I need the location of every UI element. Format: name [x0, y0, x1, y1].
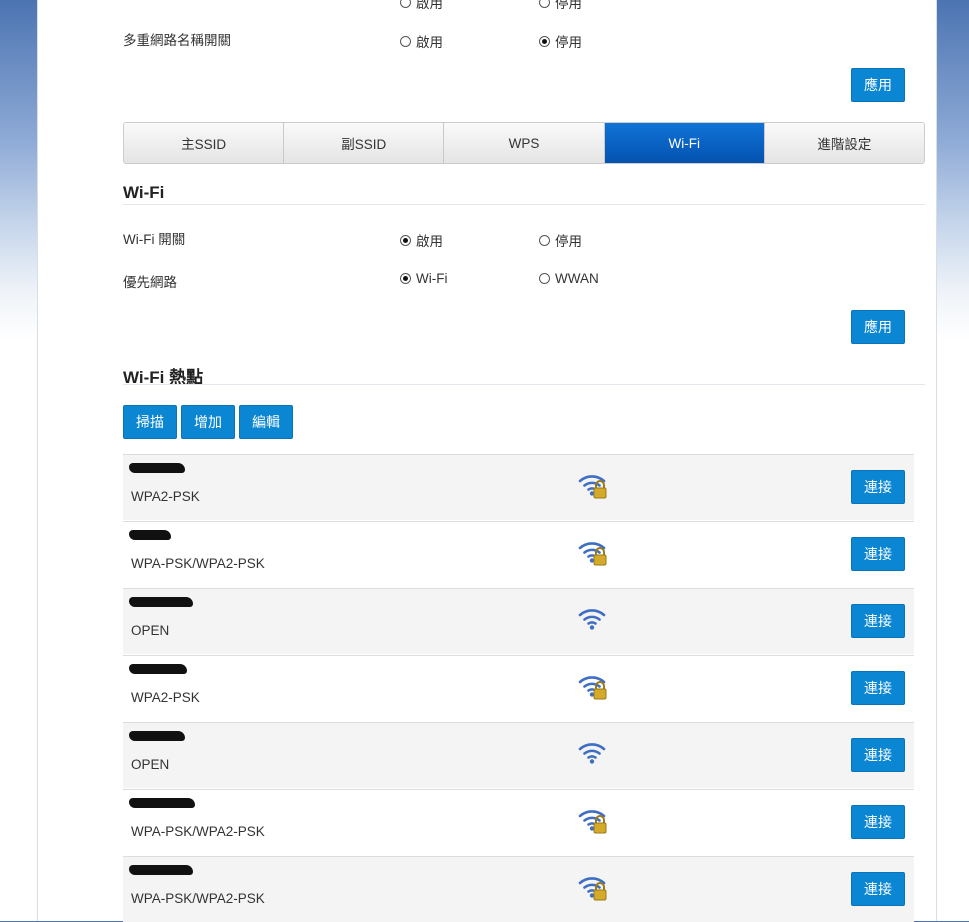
wifi-locked-icon: [577, 672, 609, 702]
priority-wwan-radio[interactable]: WWAN: [539, 271, 599, 286]
wifi-signal-icon: [577, 605, 609, 635]
connect-button[interactable]: 連接: [851, 470, 905, 504]
security-type: WPA2-PSK: [131, 690, 200, 705]
radio-icon[interactable]: [400, 35, 411, 47]
tab-wifi[interactable]: Wi-Fi: [604, 123, 765, 163]
wifi-section-title: Wi-Fi: [123, 183, 165, 202]
wifi-locked-icon: [577, 471, 609, 501]
add-button[interactable]: 增加: [181, 405, 235, 439]
hotspot-row: OPEN 連接: [123, 588, 914, 654]
wifi-locked-icon: [577, 538, 609, 568]
multi-ssid-disable-radio[interactable]: 停用: [539, 31, 582, 51]
ssid-redacted: [129, 463, 185, 473]
connect-button[interactable]: 連接: [851, 604, 905, 638]
wifi-enable-radio[interactable]: 啟用: [400, 230, 443, 250]
hotspot-row: WPA-PSK/WPA2-PSK 連接: [123, 521, 914, 587]
radio-icon[interactable]: [539, 273, 550, 284]
radio-checked-icon[interactable]: [400, 234, 411, 246]
ssid-redacted: [129, 597, 193, 607]
wifi-disable-radio[interactable]: 停用: [539, 230, 582, 250]
multi-ssid-enable-radio[interactable]: 啟用: [400, 31, 443, 51]
apply-button-wifi[interactable]: 應用: [851, 310, 905, 344]
security-type: OPEN: [131, 623, 170, 638]
radio-icon[interactable]: [539, 234, 550, 246]
hotspot-row: WPA2-PSK 連接: [123, 454, 914, 520]
security-type: OPEN: [131, 757, 170, 772]
security-type: WPA-PSK/WPA2-PSK: [131, 891, 265, 906]
hotspot-row: WPA-PSK/WPA2-PSK 連接: [123, 856, 914, 922]
radio-icon: [400, 0, 411, 8]
multi-ssid-label: 多重網路名稱開關: [123, 33, 231, 48]
divider: [123, 204, 925, 205]
connect-button[interactable]: 連接: [851, 872, 905, 906]
hotspot-row: WPA2-PSK 連接: [123, 655, 914, 721]
wifi-switch-label: Wi-Fi 開關: [123, 232, 186, 247]
connect-button[interactable]: 連接: [851, 805, 905, 839]
ssid-redacted: [129, 530, 171, 540]
ssid-redacted: [129, 798, 195, 808]
hotspot-row: WPA-PSK/WPA2-PSK 連接: [123, 789, 914, 855]
divider: [123, 384, 925, 385]
security-type: WPA-PSK/WPA2-PSK: [131, 556, 265, 571]
radio-checked-icon[interactable]: [539, 35, 550, 47]
tab-wps[interactable]: WPS: [444, 123, 605, 163]
connect-button[interactable]: 連接: [851, 738, 905, 772]
wifi-locked-icon: [577, 806, 609, 836]
wifi-signal-icon: [577, 739, 609, 769]
security-type: WPA2-PSK: [131, 489, 200, 504]
multi-ssid-cut-enable: 啟用: [400, 0, 443, 12]
radio-checked-icon[interactable]: [400, 273, 411, 284]
tab-advanced[interactable]: 進階設定: [764, 123, 924, 163]
priority-network-label: 優先網路: [123, 275, 177, 290]
apply-button-multi-ssid[interactable]: 應用: [851, 68, 905, 102]
wifi-locked-icon: [577, 873, 609, 903]
security-type: WPA-PSK/WPA2-PSK: [131, 824, 265, 839]
priority-wifi-radio[interactable]: Wi-Fi: [400, 271, 447, 286]
settings-tabs: 主SSID 副SSID WPS Wi-Fi 進階設定: [123, 122, 925, 164]
tab-sub-ssid[interactable]: 副SSID: [284, 123, 445, 163]
connect-button[interactable]: 連接: [851, 537, 905, 571]
edit-button[interactable]: 編輯: [239, 405, 293, 439]
radio-icon: [539, 0, 550, 8]
ssid-redacted: [129, 731, 185, 741]
ssid-redacted: [129, 865, 193, 875]
ssid-redacted: [129, 664, 187, 674]
multi-ssid-cut-disable: 停用: [539, 0, 582, 12]
hotspot-row: OPEN 連接: [123, 722, 914, 788]
scan-button[interactable]: 掃描: [123, 405, 177, 439]
connect-button[interactable]: 連接: [851, 671, 905, 705]
tab-main-ssid[interactable]: 主SSID: [124, 123, 285, 163]
